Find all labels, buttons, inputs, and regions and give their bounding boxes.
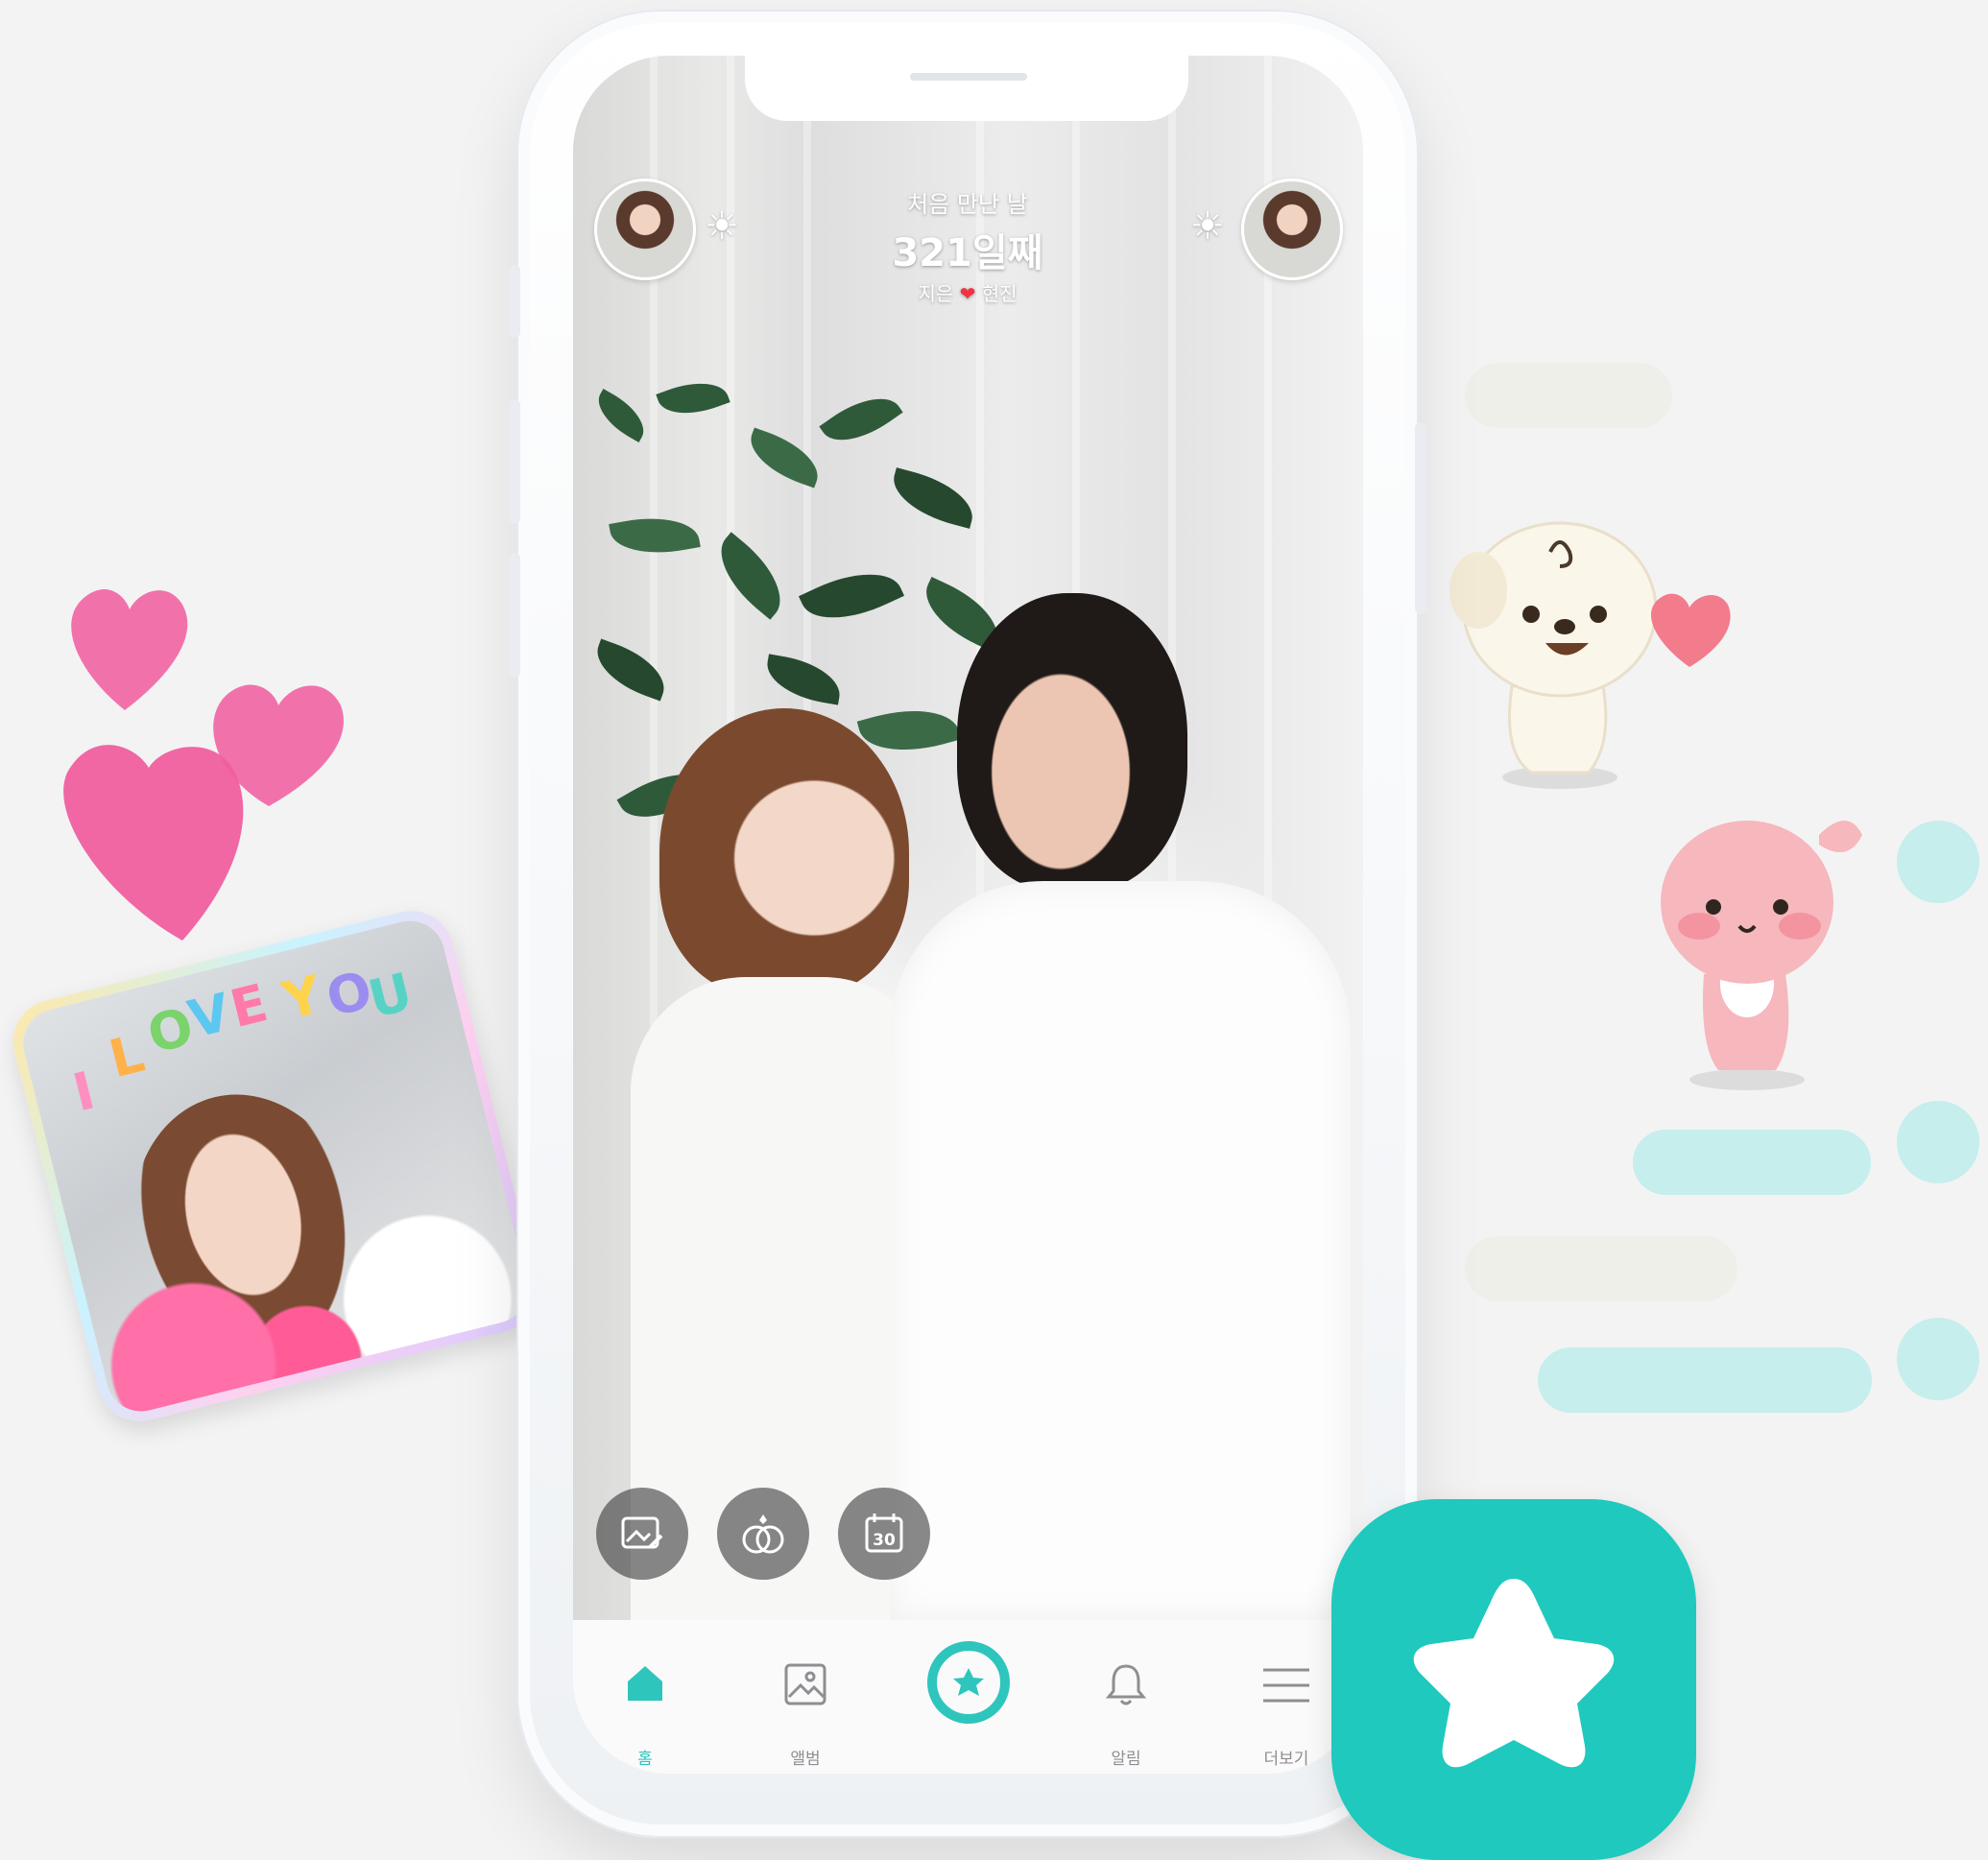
couple-background-photo[interactable]: ☀ ☀ 처음 만난 날 321일째 지은 ❤ 현진 30 (573, 56, 1363, 1630)
app-icon[interactable] (1331, 1499, 1696, 1860)
star-chat-icon (927, 1641, 1010, 1724)
rabbit-character (1661, 821, 1862, 1090)
nav-item-album[interactable]: 앨범 (748, 1620, 863, 1774)
nav-label: 알림 (1111, 1750, 1141, 1769)
home-icon (628, 1666, 662, 1701)
calendar-day-text: 30 (873, 1531, 896, 1550)
heart-icon: ❤ (959, 282, 976, 305)
anniversary-button[interactable] (717, 1488, 809, 1580)
weather-sun-icon: ☀ (705, 204, 739, 249)
heart-icon (63, 745, 244, 941)
avatar-right[interactable] (1241, 179, 1343, 280)
chat-avatar-dot (1897, 821, 1979, 903)
nav-item-notifications[interactable]: 알림 (1068, 1620, 1184, 1774)
sticker-letter: Y (276, 964, 328, 1032)
phone-screen: ☀ ☀ 처음 만난 날 321일째 지은 ❤ 현진 30 홈 앨범 알림 더보기 (573, 56, 1363, 1774)
photo-edit-button[interactable] (596, 1488, 688, 1580)
nav-item-home[interactable]: 홈 (587, 1620, 703, 1774)
sticker-card-photo: I L O V E Y O U (15, 913, 536, 1419)
chat-bubble (1465, 1236, 1737, 1301)
partner-name-left: 지은 (918, 282, 954, 305)
phone-side-button (1415, 422, 1426, 614)
chat-bubble (1465, 363, 1672, 428)
rings-icon (742, 1514, 784, 1554)
phone-speaker (910, 73, 1027, 81)
puppy-character (1449, 521, 1731, 789)
sticker-letter: L (103, 1022, 151, 1090)
phone-side-button (509, 553, 520, 678)
anniversary-caption: 처음 만난 날 (907, 191, 1028, 218)
calendar-button[interactable]: 30 (838, 1488, 930, 1580)
chat-bubble (1633, 1130, 1871, 1195)
heart-icon (1650, 593, 1731, 667)
bottom-nav: 홈 앨범 알림 더보기 (573, 1620, 1363, 1774)
star-icon (1413, 1579, 1615, 1768)
phone-side-button (509, 265, 520, 338)
bell-icon (1105, 1664, 1147, 1705)
avatar-left[interactable] (594, 179, 696, 280)
nav-item-more[interactable]: 더보기 (1229, 1620, 1344, 1774)
nav-item-chat[interactable] (911, 1620, 1026, 1774)
nav-label: 홈 (637, 1750, 653, 1769)
chat-avatar-dot (1897, 1101, 1979, 1183)
weather-sun-icon: ☀ (1190, 204, 1225, 249)
days-counter[interactable]: 321일째 (776, 222, 1160, 277)
chat-avatar-dot (1897, 1318, 1979, 1400)
album-icon (784, 1663, 826, 1705)
sticker-card: I L O V E Y O U (4, 901, 547, 1431)
nav-label: 앨범 (790, 1750, 821, 1769)
calendar-icon: 30 (865, 1514, 903, 1553)
phone-side-button (509, 399, 520, 524)
chat-bubble (1538, 1347, 1872, 1413)
photo-edit-icon (621, 1516, 663, 1549)
man-figure (890, 593, 1351, 1620)
menu-icon (1263, 1668, 1309, 1703)
partner-name-right: 현진 (981, 282, 1018, 305)
hearts-decoration (63, 589, 344, 941)
sticker-letter: I (66, 1060, 101, 1124)
phone-notch (745, 56, 1188, 121)
couple-names: 지은 ❤ 현진 (776, 278, 1160, 306)
heart-icon (71, 589, 188, 710)
nav-label: 더보기 (1263, 1750, 1309, 1769)
